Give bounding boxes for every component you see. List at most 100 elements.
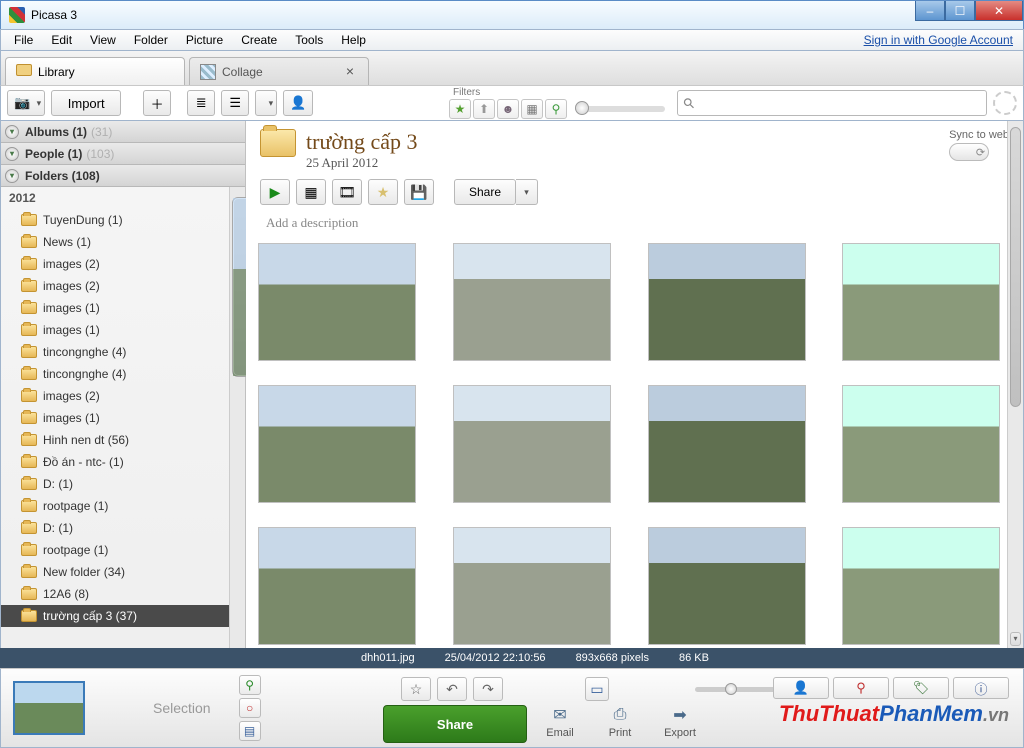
folder-item[interactable]: tincongnghe (4): [1, 363, 245, 385]
share-dropdown-button[interactable]: ▾: [516, 179, 538, 205]
export-button[interactable]: ➡Export: [653, 705, 707, 739]
create-collage-button[interactable]: ▦: [296, 179, 326, 205]
tree-view-button[interactable]: ☰: [221, 90, 249, 116]
search-field[interactable]: [694, 96, 980, 110]
sync-toggle[interactable]: ⟳: [949, 143, 989, 161]
tags-button[interactable]: 🏷: [893, 677, 949, 699]
folder-icon: [21, 478, 37, 490]
rotate-left-button[interactable]: ↶: [437, 677, 467, 701]
create-movie-button[interactable]: 🎞: [332, 179, 362, 205]
tab-close-button[interactable]: ×: [342, 64, 358, 80]
sidebar-scrollbar[interactable]: [229, 187, 245, 648]
photo-thumbnail[interactable]: [842, 243, 1000, 361]
star-button[interactable]: ★: [368, 179, 398, 205]
search-input[interactable]: ⚲: [677, 90, 987, 116]
sidebar-section-folders[interactable]: ▾ Folders (108): [1, 165, 245, 187]
filter-uploads-button[interactable]: ⬆: [473, 99, 495, 119]
menu-folder[interactable]: Folder: [125, 31, 177, 49]
photo-thumbnail[interactable]: [842, 385, 1000, 503]
scrollbar-thumb[interactable]: [1010, 127, 1021, 407]
close-button[interactable]: ✕: [975, 1, 1023, 21]
list-view-button[interactable]: ≣: [187, 90, 215, 116]
photo-thumbnail[interactable]: [648, 527, 806, 645]
photo-thumbnail[interactable]: [842, 527, 1000, 645]
view-options-button[interactable]: [255, 90, 277, 116]
selection-thumbnail[interactable]: [13, 681, 85, 735]
star-toggle-button[interactable]: ☆: [401, 677, 431, 701]
properties-button[interactable]: ⓘ: [953, 677, 1009, 699]
folder-item[interactable]: New folder (34): [1, 561, 245, 583]
sidebar-section-people[interactable]: ▾ People (1) (103): [1, 143, 245, 165]
photo-thumbnail[interactable]: [453, 385, 611, 503]
folder-item[interactable]: images (1): [1, 407, 245, 429]
folder-name: images (1): [43, 411, 100, 425]
maximize-button[interactable]: ☐: [945, 1, 975, 21]
tab-library[interactable]: Library: [5, 57, 185, 85]
menu-view[interactable]: View: [81, 31, 125, 49]
slider-knob[interactable]: [575, 101, 589, 115]
folder-item[interactable]: images (1): [1, 297, 245, 319]
folder-item[interactable]: Đồ án - ntc- (1): [1, 451, 245, 473]
thumb-zoom-slider[interactable]: [575, 106, 665, 112]
photo-thumbnail[interactable]: [648, 243, 806, 361]
menu-create[interactable]: Create: [232, 31, 286, 49]
photo-thumbnail[interactable]: [453, 243, 611, 361]
folder-item[interactable]: News (1): [1, 231, 245, 253]
folder-item[interactable]: TuyenDung (1): [1, 209, 245, 231]
new-album-button[interactable]: ＋: [143, 90, 171, 116]
add-to-button[interactable]: ▤: [239, 721, 261, 741]
folder-item[interactable]: rootpage (1): [1, 495, 245, 517]
scroll-down-button[interactable]: ▾: [1010, 632, 1021, 646]
clear-button[interactable]: ○: [239, 698, 261, 718]
minimize-button[interactable]: –: [915, 1, 945, 21]
share-big-button[interactable]: Share: [383, 705, 527, 743]
folder-item[interactable]: trường cấp 3 (37): [1, 605, 245, 627]
photo-thumbnail[interactable]: [258, 243, 416, 361]
camera-import-button[interactable]: 📷: [7, 90, 45, 116]
menu-file[interactable]: File: [5, 31, 42, 49]
tab-collage[interactable]: Collage ×: [189, 57, 369, 85]
folder-item[interactable]: tincongnghe (4): [1, 341, 245, 363]
photo-thumbnail[interactable]: [258, 527, 416, 645]
slideshow-button[interactable]: ▶: [260, 179, 290, 205]
filter-movies-button[interactable]: ▦: [521, 99, 543, 119]
people-button[interactable]: 👤: [283, 90, 313, 116]
folder-item[interactable]: D: (1): [1, 517, 245, 539]
menu-edit[interactable]: Edit: [42, 31, 81, 49]
sidebar-section-albums[interactable]: ▾ Albums (1) (31): [1, 121, 245, 143]
tab-strip: Library Collage ×: [0, 51, 1024, 85]
hold-button[interactable]: ⚲: [239, 675, 261, 695]
menu-tools[interactable]: Tools: [286, 31, 332, 49]
rotate-right-button[interactable]: ↷: [473, 677, 503, 701]
folder-item[interactable]: images (1): [1, 319, 245, 341]
photo-thumbnail[interactable]: [258, 385, 416, 503]
tag-people-button[interactable]: 👤: [773, 677, 829, 699]
folder-year: 2012: [1, 187, 245, 209]
folder-item[interactable]: images (2): [1, 275, 245, 297]
folder-item[interactable]: Hinh nen dt (56): [1, 429, 245, 451]
filter-faces-button[interactable]: ☻: [497, 99, 519, 119]
filter-starred-button[interactable]: ★: [449, 99, 471, 119]
signin-link[interactable]: Sign in with Google Account: [864, 33, 1019, 47]
menu-picture[interactable]: Picture: [177, 31, 232, 49]
photo-thumbnail[interactable]: [453, 527, 611, 645]
import-button[interactable]: Import: [51, 90, 121, 116]
content-scrollbar[interactable]: ▾: [1007, 121, 1023, 648]
folder-item[interactable]: 12A6 (8): [1, 583, 245, 605]
folder-name: New folder (34): [43, 565, 125, 579]
photo-thumbnail[interactable]: [648, 385, 806, 503]
share-button[interactable]: Share: [454, 179, 516, 205]
folder-item[interactable]: rootpage (1): [1, 539, 245, 561]
email-button[interactable]: ✉Email: [533, 705, 587, 739]
description-input[interactable]: Add a description: [246, 209, 1023, 237]
slider-knob[interactable]: [725, 683, 737, 695]
folder-item[interactable]: images (2): [1, 253, 245, 275]
folder-item[interactable]: images (2): [1, 385, 245, 407]
folder-item[interactable]: D: (1): [1, 473, 245, 495]
menu-help[interactable]: Help: [332, 31, 375, 49]
places-button[interactable]: ⚲: [833, 677, 889, 699]
filter-geo-button[interactable]: ⚲: [545, 99, 567, 119]
folder-name: Đồ án - ntc- (1): [43, 455, 124, 469]
save-button[interactable]: 💾: [404, 179, 434, 205]
print-button[interactable]: ⎙Print: [593, 705, 647, 739]
